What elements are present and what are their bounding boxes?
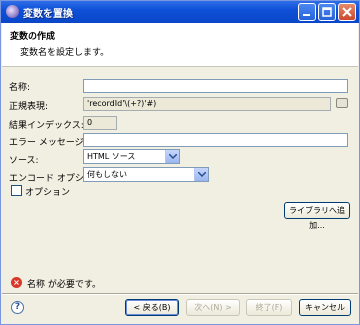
finish-button[interactable]: 終了(F) — [246, 299, 292, 316]
add-to-library-button[interactable]: ライブラリへ追加... — [284, 202, 350, 230]
name-label: 名称: — [9, 83, 31, 93]
option-checkbox[interactable] — [11, 185, 22, 196]
help-icon[interactable]: ? — [11, 301, 24, 314]
source-label: ソース: — [9, 156, 39, 166]
close-button[interactable] — [338, 3, 356, 21]
window-title: 変数を置換 — [23, 9, 73, 20]
chevron-down-icon — [165, 150, 179, 163]
group-index-input[interactable]: 0 — [83, 116, 117, 130]
maximize-button[interactable] — [318, 3, 336, 21]
regex-label: 正規表現: — [9, 102, 49, 112]
title-bar: 変数を置換 — [1, 1, 359, 23]
header-banner: 変数の作成 変数名を設定します。 — [2, 23, 358, 67]
regex-edit-icon[interactable] — [336, 98, 348, 108]
banner-title: 変数の作成 — [10, 32, 56, 42]
minimize-button[interactable] — [298, 3, 316, 21]
dialog-window: 変数を置換 変数の作成 変数名を設定します。 名称: 正規表現: 'record… — [0, 0, 360, 325]
close-icon — [342, 7, 352, 17]
next-button[interactable]: 次へ(N) > — [186, 299, 240, 316]
error-message: 名称 が必要です。 — [27, 280, 101, 290]
source-select-value: HTML ソース — [87, 152, 136, 161]
app-icon — [6, 5, 19, 18]
encode-select-value: 何もしない — [87, 170, 127, 179]
banner-description: 変数名を設定します。 — [20, 48, 110, 58]
chevron-down-icon — [194, 168, 208, 181]
name-input[interactable] — [83, 79, 348, 93]
error-message-label: エラー メッセージ: — [9, 138, 87, 148]
maximize-icon — [322, 7, 332, 17]
source-select[interactable]: HTML ソース — [83, 149, 180, 164]
option-label: オプション — [25, 188, 71, 198]
back-button[interactable]: < 戻る(B) — [125, 299, 179, 316]
footer-divider — [2, 293, 358, 295]
encode-select[interactable]: 何もしない — [83, 167, 209, 182]
regex-input[interactable]: 'recordId'\(+?)'#) — [83, 97, 331, 111]
cancel-button[interactable]: キャンセル — [299, 299, 351, 316]
group-index-label: 結果インデックス: — [9, 121, 84, 131]
error-message-input[interactable] — [83, 133, 348, 147]
minimize-icon — [303, 14, 310, 16]
error-icon: × — [11, 277, 22, 288]
